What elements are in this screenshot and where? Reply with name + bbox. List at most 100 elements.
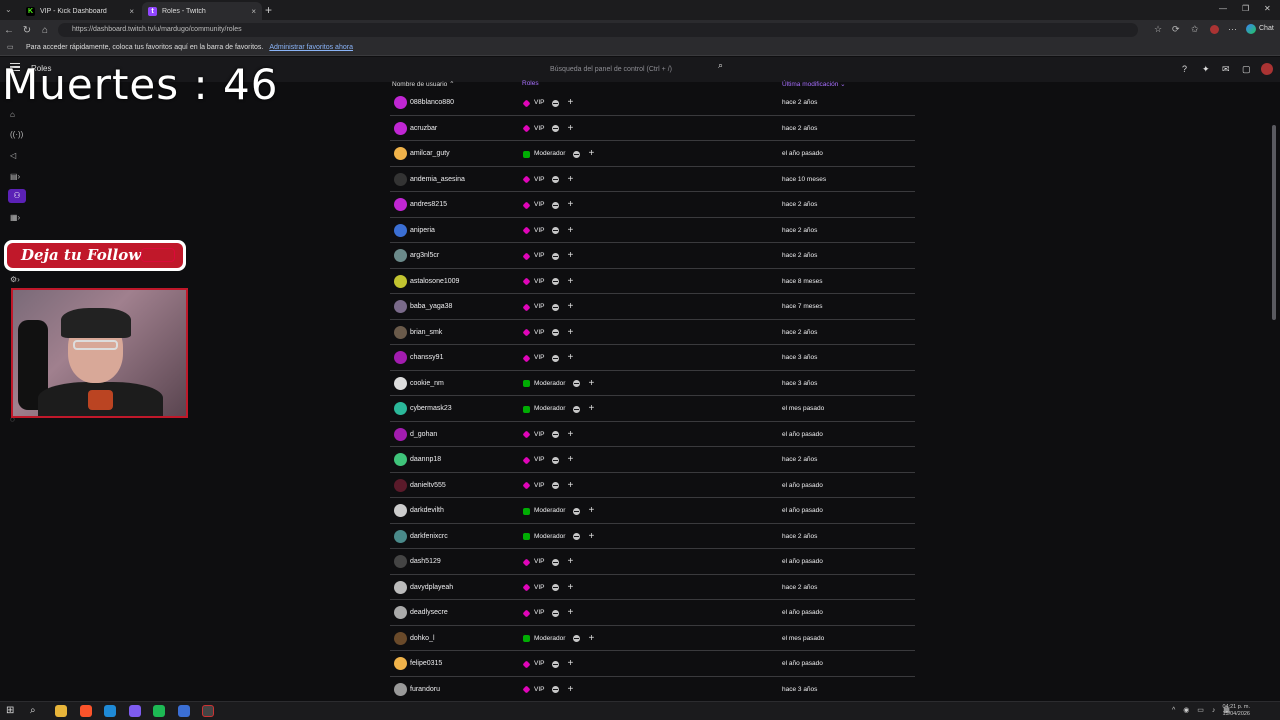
copilot-icon[interactable] bbox=[1246, 24, 1256, 34]
add-role-button[interactable]: + bbox=[567, 607, 573, 619]
username[interactable]: brian_smk bbox=[410, 329, 442, 336]
remove-role-button[interactable] bbox=[552, 456, 560, 464]
chat-label[interactable]: Chat bbox=[1259, 25, 1274, 32]
spotify-icon[interactable] bbox=[153, 705, 165, 717]
add-role-button[interactable]: + bbox=[567, 225, 573, 237]
username[interactable]: amilcar_guty bbox=[410, 150, 450, 157]
username[interactable]: darkfenixcrc bbox=[410, 533, 448, 540]
remove-role-button[interactable] bbox=[552, 660, 560, 668]
user-avatar[interactable] bbox=[1261, 63, 1273, 75]
refresh-icon[interactable]: ↻ bbox=[18, 25, 36, 36]
user-avatar[interactable] bbox=[394, 529, 407, 543]
username[interactable]: felipe0315 bbox=[410, 660, 442, 667]
username[interactable]: 088blanco880 bbox=[410, 99, 454, 106]
brave-icon[interactable] bbox=[80, 705, 92, 717]
remove-role-button[interactable] bbox=[573, 380, 581, 387]
app-icon[interactable] bbox=[129, 705, 141, 717]
add-role-button[interactable]: + bbox=[567, 684, 573, 696]
remove-role-button[interactable] bbox=[573, 405, 581, 413]
manage-favorites-link[interactable]: Administrar favoritos ahora bbox=[269, 44, 353, 51]
username[interactable]: aniperia bbox=[410, 227, 435, 234]
add-role-button[interactable]: + bbox=[567, 556, 573, 568]
remove-role-button[interactable] bbox=[552, 99, 560, 107]
more-icon[interactable]: ⋯ bbox=[1228, 24, 1237, 35]
column-header-modified[interactable]: Última modificación ⌄ bbox=[782, 80, 846, 88]
close-tab-icon[interactable]: × bbox=[129, 7, 134, 16]
username[interactable]: danieltv555 bbox=[410, 482, 446, 489]
user-avatar[interactable] bbox=[394, 682, 407, 696]
username[interactable]: d_gohan bbox=[410, 431, 437, 438]
new-tab-button[interactable]: + bbox=[265, 3, 272, 17]
user-avatar[interactable] bbox=[394, 96, 407, 109]
content-icon[interactable]: ▦› bbox=[10, 213, 20, 222]
add-role-button[interactable]: + bbox=[588, 505, 594, 517]
user-avatar[interactable] bbox=[394, 453, 407, 466]
remove-role-button[interactable] bbox=[552, 329, 560, 336]
promote-icon[interactable]: ◁ bbox=[10, 151, 16, 160]
add-role-button[interactable]: + bbox=[567, 123, 573, 135]
remove-role-button[interactable] bbox=[552, 558, 560, 566]
user-avatar[interactable] bbox=[394, 478, 407, 492]
username[interactable]: daannp18 bbox=[410, 456, 441, 463]
user-avatar[interactable] bbox=[394, 223, 407, 237]
extensions-icon[interactable]: ⟳ bbox=[1172, 24, 1180, 35]
username[interactable]: andres8215 bbox=[410, 201, 447, 208]
remove-role-button[interactable] bbox=[552, 176, 560, 183]
remove-role-button[interactable] bbox=[552, 227, 560, 234]
add-role-button[interactable]: + bbox=[567, 199, 573, 211]
username[interactable]: acruzbar bbox=[410, 125, 437, 132]
close-window-icon[interactable]: ✕ bbox=[1264, 4, 1271, 13]
add-role-button[interactable]: + bbox=[567, 454, 573, 466]
add-role-button[interactable]: + bbox=[567, 429, 573, 441]
add-role-button[interactable]: + bbox=[567, 276, 573, 288]
remove-role-button[interactable] bbox=[552, 278, 560, 285]
username[interactable]: baba_yaga38 bbox=[410, 303, 452, 310]
username[interactable]: andemia_asesina bbox=[410, 176, 465, 183]
user-avatar[interactable] bbox=[394, 121, 407, 135]
user-avatar[interactable] bbox=[394, 325, 407, 339]
maximize-icon[interactable]: ❐ bbox=[1242, 4, 1249, 13]
user-avatar[interactable] bbox=[394, 606, 407, 619]
username[interactable]: chanssy91 bbox=[410, 354, 443, 361]
add-role-button[interactable]: + bbox=[588, 378, 594, 390]
remove-role-button[interactable] bbox=[552, 584, 560, 591]
add-role-button[interactable]: + bbox=[567, 327, 573, 339]
user-avatar[interactable] bbox=[394, 580, 407, 594]
user-avatar[interactable] bbox=[394, 504, 407, 517]
user-avatar[interactable] bbox=[394, 631, 407, 645]
help-icon[interactable]: ? bbox=[1182, 64, 1187, 74]
tab-roles-twitch[interactable]: t Roles - Twitch × bbox=[142, 2, 262, 20]
add-role-button[interactable]: + bbox=[567, 480, 573, 492]
analytics-icon[interactable]: ▤› bbox=[10, 172, 20, 181]
file-explorer-icon[interactable] bbox=[55, 705, 67, 717]
profile-avatar[interactable] bbox=[1210, 25, 1219, 34]
edge-icon[interactable] bbox=[104, 705, 116, 717]
close-tab-icon[interactable]: × bbox=[251, 7, 256, 16]
home-icon[interactable]: ⌂ bbox=[10, 110, 15, 119]
username[interactable]: arg3nl5cr bbox=[410, 252, 439, 259]
username[interactable]: cybermask23 bbox=[410, 405, 452, 412]
username[interactable]: dash5129 bbox=[410, 558, 441, 565]
favorites-icon[interactable]: ✩ bbox=[1191, 24, 1199, 35]
user-avatar[interactable] bbox=[394, 300, 407, 313]
user-avatar[interactable] bbox=[394, 402, 407, 415]
username[interactable]: dohko_l bbox=[410, 635, 435, 642]
scrollbar[interactable] bbox=[1272, 125, 1276, 320]
add-role-button[interactable]: + bbox=[567, 658, 573, 670]
add-role-button[interactable]: + bbox=[588, 531, 594, 543]
remove-role-button[interactable] bbox=[552, 431, 560, 438]
search-icon[interactable]: ⌕ bbox=[30, 705, 42, 717]
add-role-button[interactable]: + bbox=[567, 582, 573, 594]
remove-role-button[interactable] bbox=[573, 150, 581, 158]
user-avatar[interactable] bbox=[394, 147, 407, 160]
user-avatar[interactable] bbox=[394, 657, 407, 670]
back-icon[interactable]: ← bbox=[0, 25, 18, 36]
sparkle-icon[interactable]: ✦ bbox=[1202, 64, 1210, 75]
add-role-button[interactable]: + bbox=[567, 352, 573, 364]
username[interactable]: furandoru bbox=[410, 686, 440, 693]
remove-role-button[interactable] bbox=[552, 303, 560, 311]
remove-role-button[interactable] bbox=[552, 686, 560, 693]
whispers-icon[interactable]: ▢ bbox=[1242, 64, 1251, 75]
add-role-button[interactable]: + bbox=[567, 250, 573, 262]
remove-role-button[interactable] bbox=[552, 201, 560, 209]
